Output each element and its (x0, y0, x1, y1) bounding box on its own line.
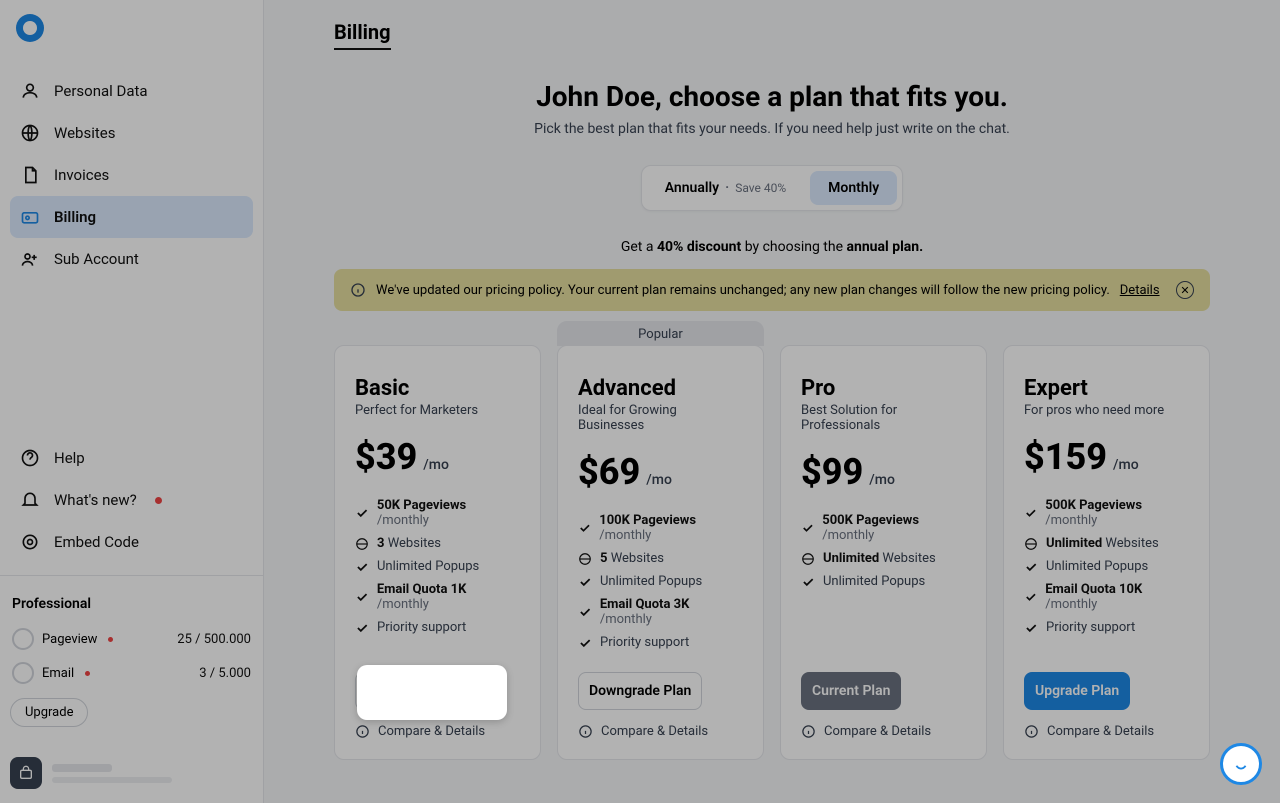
users-icon (20, 249, 40, 269)
banner-details-link[interactable]: Details (1120, 283, 1160, 298)
user-icon (20, 81, 40, 101)
billing-period-toggle: Annually · Save 40% Monthly (641, 165, 904, 211)
sidebar-item-whats-new[interactable]: What's new? (10, 479, 253, 521)
warning-dot (85, 671, 90, 676)
upgrade-plan-button[interactable]: Upgrade Plan (1024, 672, 1130, 710)
check-icon (578, 521, 591, 535)
check-icon (1024, 506, 1037, 520)
notification-dot (155, 497, 162, 504)
info-icon (801, 724, 816, 739)
bell-icon (20, 490, 40, 510)
smile-icon (1230, 753, 1252, 775)
globe-icon (20, 123, 40, 143)
check-icon (578, 575, 592, 589)
warning-dot (108, 637, 113, 642)
info-icon (355, 724, 370, 739)
progress-circle-icon (12, 662, 34, 684)
page-title: Billing (334, 20, 391, 50)
document-icon (20, 165, 40, 185)
sidebar-item-label: Personal Data (54, 82, 148, 100)
compare-details-link[interactable]: Compare & Details (801, 724, 966, 739)
usage-row-email: Email 3 / 5.000 (10, 656, 253, 690)
toggle-monthly[interactable]: Monthly (810, 171, 897, 205)
sidebar-item-label: Help (54, 449, 85, 467)
user-avatar-icon (10, 757, 42, 789)
sidebar-item-label: What's new? (54, 491, 137, 509)
check-icon (578, 636, 592, 650)
help-icon (20, 448, 40, 468)
sidebar-item-label: Sub Account (54, 250, 139, 268)
downgrade-button[interactable]: Downgrade Plan (355, 672, 479, 710)
hero-subtitle: Pick the best plan that fits your needs.… (334, 121, 1210, 137)
upgrade-pill[interactable]: Upgrade (10, 698, 88, 727)
current-plan-button[interactable]: Current Plan (801, 672, 901, 710)
app-logo[interactable] (16, 14, 44, 42)
sidebar-item-embed-code[interactable]: Embed Code (10, 521, 253, 563)
sidebar-item-personal-data[interactable]: Personal Data (10, 70, 253, 112)
check-icon (801, 575, 815, 589)
sidebar-item-label: Billing (54, 208, 96, 226)
usage-row-pageview: Pageview 25 / 500.000 (10, 622, 253, 656)
hero-title: John Doe, choose a plan that fits you. (334, 80, 1210, 113)
info-icon (350, 282, 366, 298)
sidebar-item-label: Websites (54, 124, 115, 142)
close-icon[interactable]: ✕ (1176, 281, 1194, 299)
usage-plan-name: Professional (10, 592, 253, 622)
sidebar-item-label: Invoices (54, 166, 109, 184)
check-icon (1024, 560, 1038, 574)
check-icon (355, 590, 369, 604)
plan-card-pro: Pro Best Solution for Professionals $99/… (780, 345, 987, 760)
check-icon (355, 621, 369, 635)
progress-circle-icon (12, 628, 34, 650)
sidebar-item-websites[interactable]: Websites (10, 112, 253, 154)
user-menu[interactable] (10, 757, 253, 789)
compare-details-link[interactable]: Compare & Details (1024, 724, 1189, 739)
pricing-policy-banner: We've updated our pricing policy. Your c… (334, 269, 1210, 311)
globe-icon (578, 552, 592, 566)
check-icon (578, 605, 592, 619)
sidebar-item-invoices[interactable]: Invoices (10, 154, 253, 196)
target-icon (20, 532, 40, 552)
globe-icon (801, 552, 815, 566)
compare-details-link[interactable]: Compare & Details (355, 724, 520, 739)
downgrade-button[interactable]: Downgrade Plan (578, 672, 702, 710)
globe-icon (355, 537, 369, 551)
check-icon (1024, 621, 1038, 635)
plan-card-advanced: Popular Advanced Ideal for Growing Busin… (557, 345, 764, 760)
chat-widget[interactable] (1220, 743, 1262, 785)
plan-card-expert: Expert For pros who need more $159/mo 50… (1003, 345, 1210, 760)
check-icon (1024, 590, 1037, 604)
popular-badge: Popular (557, 321, 764, 346)
plan-card-basic: Basic Perfect for Marketers $39/mo 50K P… (334, 345, 541, 760)
sidebar-item-help[interactable]: Help (10, 437, 253, 479)
sidebar-item-billing[interactable]: Billing (10, 196, 253, 238)
sidebar-item-label: Embed Code (54, 533, 139, 551)
billing-icon (20, 207, 40, 227)
check-icon (355, 560, 369, 574)
check-icon (801, 521, 814, 535)
toggle-annually[interactable]: Annually · Save 40% (647, 171, 804, 205)
sidebar-item-sub-account[interactable]: Sub Account (10, 238, 253, 280)
globe-icon (1024, 537, 1038, 551)
compare-details-link[interactable]: Compare & Details (578, 724, 743, 739)
check-icon (355, 506, 369, 520)
info-icon (578, 724, 593, 739)
info-icon (1024, 724, 1039, 739)
discount-text: Get a 40% discount by choosing the annua… (334, 239, 1210, 255)
